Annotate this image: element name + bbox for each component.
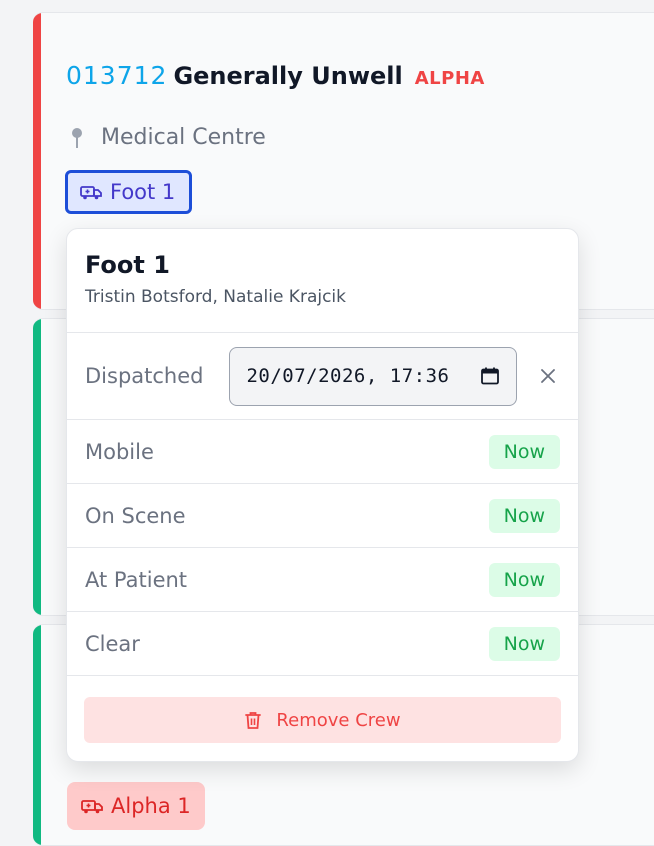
remove-section: Remove Crew: [67, 676, 578, 761]
priority-accent-bar: [33, 319, 41, 615]
status-row-clear: Clear Now: [67, 612, 578, 676]
ambulance-icon: [81, 800, 103, 814]
dispatched-datetime-value: 20/07/2026, 17:36: [246, 365, 450, 387]
crew-chip-alpha-1[interactable]: Alpha 1: [67, 782, 205, 830]
status-row-at-patient: At Patient Now: [67, 548, 578, 612]
status-label: Clear: [85, 631, 140, 656]
status-label: On Scene: [85, 503, 186, 528]
crew-chip-label: Foot 1: [110, 180, 176, 204]
ambulance-icon: [80, 186, 102, 200]
status-row-on-scene: On Scene Now: [67, 484, 578, 548]
dispatched-label: Dispatched: [85, 364, 204, 388]
dispatched-row: Dispatched 20/07/2026, 17:36: [67, 333, 578, 420]
crew-status-popover: Foot 1 Tristin Botsford, Natalie Krajcik…: [66, 228, 579, 762]
popover-title: Foot 1: [85, 251, 170, 279]
mobile-now-button[interactable]: Now: [488, 434, 560, 469]
crew-chip-label: Alpha 1: [111, 794, 191, 818]
clear-now-button[interactable]: Now: [488, 626, 560, 661]
crew-members: Tristin Botsford, Natalie Krajcik: [85, 287, 347, 307]
remove-crew-button[interactable]: Remove Crew: [84, 697, 561, 743]
incident-location: Medical Centre: [69, 125, 266, 150]
status-row-mobile: Mobile Now: [67, 420, 578, 484]
clear-dispatched-icon[interactable]: [539, 367, 557, 385]
popover-header: Foot 1 Tristin Botsford, Natalie Krajcik: [67, 229, 578, 333]
remove-crew-label: Remove Crew: [276, 709, 401, 731]
status-label: At Patient: [85, 567, 188, 592]
incident-number[interactable]: 013712: [66, 61, 167, 90]
left-gutter: [0, 0, 16, 818]
calendar-icon[interactable]: [480, 366, 500, 386]
at-patient-now-button[interactable]: Now: [488, 562, 560, 597]
incident-level-badge: ALPHA: [414, 68, 485, 89]
on-scene-now-button[interactable]: Now: [488, 498, 560, 533]
dispatched-datetime-input[interactable]: 20/07/2026, 17:36: [229, 346, 518, 406]
incident-title: 013712 Generally Unwell ALPHA: [66, 61, 485, 90]
trash-icon: [245, 712, 262, 729]
crew-chip-foot-1[interactable]: Foot 1: [65, 170, 193, 214]
incident-name: Generally Unwell: [173, 62, 403, 90]
priority-accent-bar: [33, 625, 41, 845]
status-label: Mobile: [85, 439, 154, 464]
location-label: Medical Centre: [101, 125, 266, 150]
map-pin-icon: [69, 127, 85, 149]
priority-accent-bar: [33, 13, 41, 309]
